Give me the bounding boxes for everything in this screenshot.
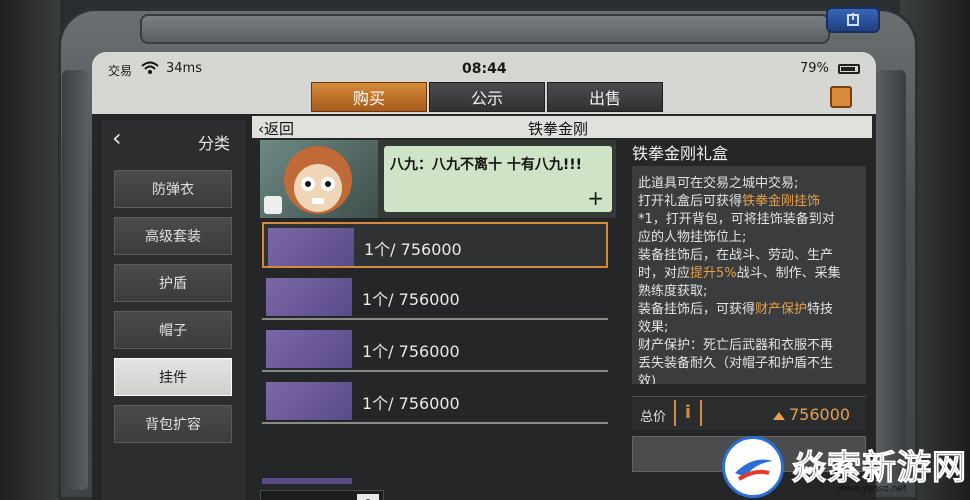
- desc-line: 效果;: [638, 320, 669, 335]
- listing-price: 1个/ 756000: [362, 290, 460, 309]
- desc-line: 财产保护：死亡后武器和衣服不再: [638, 338, 834, 353]
- watermark-logo-icon: [735, 459, 773, 481]
- item-description: 此道具可在交易之城中交易; 打开礼盒后可获得铁拳金刚挂饰 *1，打开背包，可将挂…: [632, 166, 866, 384]
- category-panel: ‹ 分类 防弹衣 高级套装 护盾 帽子 挂件 背包扩容: [102, 120, 246, 500]
- desc-line: 装备挂饰后，可获得财产保护特技: [638, 302, 834, 317]
- desc-line: 装备挂饰后，在战斗、劳动、生产: [638, 248, 834, 263]
- pendant-item-icon: [266, 382, 352, 420]
- listing-row[interactable]: 1个/ 756000: [262, 222, 608, 268]
- watermark-logo: [722, 436, 784, 498]
- plus-icon[interactable]: +: [587, 186, 604, 210]
- pendant-item-icon: [266, 278, 352, 316]
- desc-line: *1，打开背包，可将挂饰装备到对: [638, 212, 835, 227]
- wifi-icon: [141, 61, 159, 74]
- category-header: ‹ 分类: [102, 120, 246, 160]
- watermark-text: 焱索新游网: [792, 448, 967, 489]
- item-detail-title: 铁拳金刚礼盒: [632, 144, 729, 163]
- list-title: 铁拳金刚: [528, 120, 589, 138]
- device-side-left: [62, 70, 88, 490]
- battery-icon: [838, 64, 860, 74]
- desc-line: 熟练度获取;: [638, 284, 708, 299]
- tablet-screen: 交易 34ms 08:44 79% 购买 公示 出售 ‹ 分类 防弹衣 高级套装…: [92, 52, 876, 500]
- power-icon: [847, 13, 859, 26]
- status-time: 08:44: [462, 61, 507, 77]
- listing-price: 1个/ 756000: [362, 394, 460, 413]
- tab-sell[interactable]: 出售: [547, 82, 663, 112]
- device-side-right: [876, 70, 906, 490]
- desc-line: 应的人物挂饰位上;: [638, 230, 747, 245]
- watermark: 焱索新游网 www.yenso.net: [718, 436, 970, 500]
- background-left: [0, 0, 60, 500]
- seller-message-text: 八九：八九不离十 十有八九!!!: [390, 157, 583, 173]
- total-price: 756000: [772, 405, 850, 424]
- watermark-url: www.yenso.net: [838, 484, 907, 494]
- category-item-pendant[interactable]: 挂件: [114, 358, 232, 396]
- status-ping: 34ms: [166, 61, 202, 76]
- desc-line: 效): [638, 374, 657, 384]
- listing-row[interactable]: 1个/ 756000: [262, 378, 608, 424]
- category-item-advanced-suit[interactable]: 高级套装: [114, 217, 232, 255]
- listing-price: 1个/ 756000: [362, 342, 460, 361]
- category-item-backpack-expansion[interactable]: 背包扩容: [114, 405, 232, 443]
- back-button[interactable]: ‹返回: [258, 118, 294, 139]
- desc-line: 丢失装备耐久（对帽子和护盾不生: [638, 356, 834, 371]
- category-item-hat[interactable]: 帽子: [114, 311, 232, 349]
- back-label: 返回: [264, 120, 295, 138]
- total-label: 总价: [640, 410, 667, 425]
- status-bar: 交易 34ms 08:44 79%: [92, 52, 876, 82]
- seller-message: 八九：八九不离十 十有八九!!! +: [384, 146, 612, 212]
- category-title: 分类: [198, 134, 231, 153]
- power-button[interactable]: [826, 7, 880, 33]
- desc-line: 此道具可在交易之城中交易;: [638, 176, 799, 191]
- tab-notice[interactable]: 公示: [429, 82, 545, 112]
- trade-tabs: 购买 公示 出售: [311, 82, 665, 112]
- status-carrier: 交易: [108, 64, 133, 78]
- category-item-armor[interactable]: 防弹衣: [114, 170, 232, 208]
- add-friend-icon[interactable]: [264, 196, 282, 214]
- partial-listing-row: [262, 478, 352, 484]
- listing-price: 1个/ 756000: [364, 240, 462, 259]
- pendant-item-icon: [266, 330, 352, 368]
- status-battery-percent: 79%: [800, 61, 829, 76]
- desc-line: 时，对应提升5%战斗、制作、采集: [638, 266, 841, 281]
- add-currency-button[interactable]: +: [357, 494, 379, 500]
- device-top-bar: [140, 14, 830, 44]
- seller-banner: 八九：八九不离十 十有八九!!! +: [260, 140, 616, 218]
- desc-line: 打开礼盒后可获得铁拳金刚挂饰: [638, 194, 821, 209]
- listing-row[interactable]: 1个/ 756000: [262, 326, 608, 372]
- listing-row[interactable]: 1个/ 756000: [262, 274, 608, 320]
- info-icon[interactable]: i: [674, 400, 702, 426]
- chevron-left-icon[interactable]: ‹: [112, 124, 122, 152]
- currency-balance: 88868 +: [260, 490, 384, 500]
- notebook-icon[interactable]: [830, 86, 852, 108]
- list-header: ‹返回 铁拳金刚: [252, 116, 872, 138]
- currency-icon: [773, 411, 785, 420]
- category-item-shield[interactable]: 护盾: [114, 264, 232, 302]
- tab-buy[interactable]: 购买: [311, 82, 427, 112]
- pendant-item-icon: [268, 228, 354, 266]
- total-price-row: 总价 i 756000: [632, 396, 866, 430]
